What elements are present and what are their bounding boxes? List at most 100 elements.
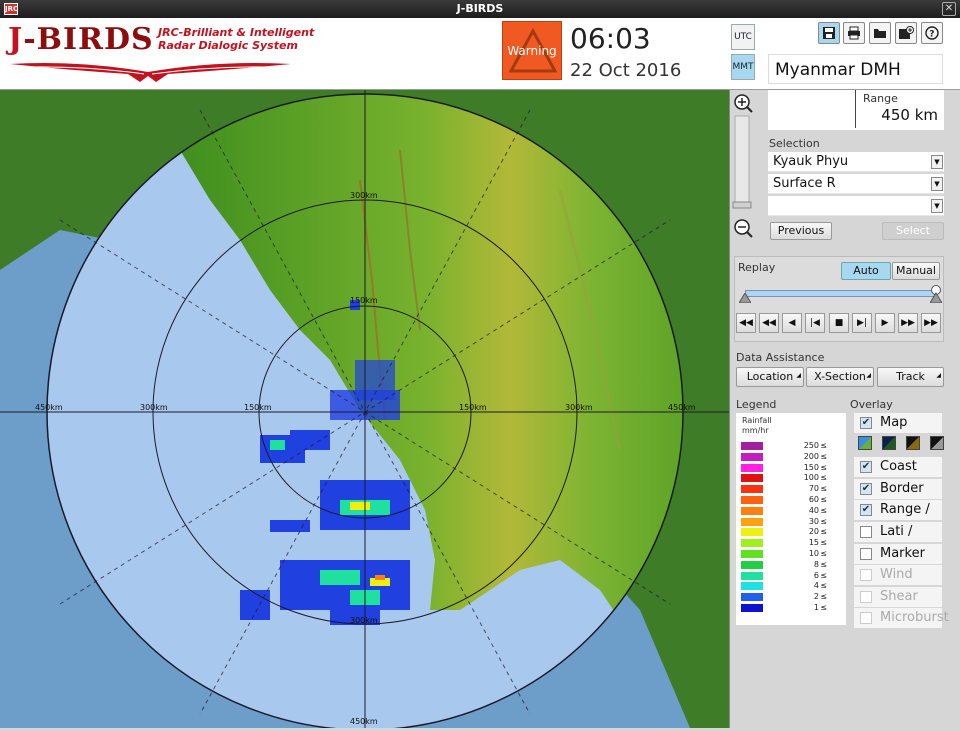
legend-value: 6 xyxy=(813,570,819,580)
ring-label-300-right: 300km xyxy=(565,403,593,412)
checkbox-icon[interactable]: ✔ xyxy=(860,504,872,516)
utc-button[interactable]: UTC xyxy=(731,24,755,50)
range-label: Range xyxy=(863,92,898,105)
legend-value: 30 xyxy=(808,516,819,526)
legend-value: 20 xyxy=(808,527,819,537)
legend-value: 100 xyxy=(803,473,819,483)
window-title: J-BIRDS xyxy=(456,2,504,15)
open-folder-button[interactable] xyxy=(869,22,891,44)
overlay-wind: Wind xyxy=(854,565,942,585)
checkbox-icon[interactable]: ✔ xyxy=(860,461,872,473)
legend-swatch xyxy=(741,485,763,494)
previous-button[interactable]: Previous xyxy=(770,222,832,240)
legend-row: 10 ≤ xyxy=(741,549,841,560)
range-box: Range 450 km xyxy=(768,90,944,130)
ring-label-450-right: 450km xyxy=(668,403,696,412)
radar-station-name: Myanmar DMH xyxy=(768,54,943,84)
radar-map[interactable]: 150km 150km 300km 300km 450km 450km 150k… xyxy=(0,90,730,728)
chevron-down-icon[interactable]: ▼ xyxy=(931,155,943,169)
checkbox-icon xyxy=(860,569,872,581)
skip-back-icon[interactable]: |◀ xyxy=(805,313,825,333)
legend-value: 4 xyxy=(813,581,819,591)
select-button[interactable]: Select xyxy=(882,222,944,240)
fast-forward-icon[interactable]: ▶▶ xyxy=(898,313,918,333)
window-close-icon[interactable]: ✕ xyxy=(942,2,956,16)
fast-rewind-icon[interactable]: ◀◀ xyxy=(736,313,756,333)
overlay-marker[interactable]: Marker xyxy=(854,544,942,564)
overlay-range-az[interactable]: ✔Range / AZ xyxy=(854,500,942,537)
chevron-down-icon[interactable]: ▼ xyxy=(931,177,943,191)
checkbox-icon xyxy=(860,591,872,603)
track-button[interactable]: Track ◢ xyxy=(877,367,944,387)
legend-value: 250 xyxy=(803,441,819,450)
replay-manual-button[interactable]: Manual xyxy=(892,262,940,280)
legend-le-symbol: ≤ xyxy=(820,505,827,515)
map-style-dark-brown-icon[interactable] xyxy=(906,436,920,450)
checkbox-icon[interactable] xyxy=(860,548,872,560)
legend-swatch xyxy=(741,560,763,569)
chevron-down-icon[interactable]: ▼ xyxy=(931,199,943,213)
legend-value: 150 xyxy=(803,462,819,472)
save-icon xyxy=(823,27,835,39)
fastest-forward-icon[interactable]: ▶▶ xyxy=(921,313,941,333)
add-window-icon xyxy=(899,26,914,39)
location-button[interactable]: Location ◢ xyxy=(736,367,804,387)
replay-slider[interactable] xyxy=(745,290,935,297)
legend-label: Legend xyxy=(736,398,777,411)
warning-button[interactable]: Warning xyxy=(502,21,562,80)
skip-forward-icon[interactable]: ▶| xyxy=(852,313,872,333)
extra-select[interactable]: ▼ xyxy=(768,196,944,216)
overlay-map[interactable]: ✔ Map xyxy=(854,413,942,433)
replay-start-marker-icon[interactable] xyxy=(739,293,751,303)
checkbox-icon[interactable]: ✔ xyxy=(860,417,872,429)
map-style-dark-gray-icon[interactable] xyxy=(930,436,944,450)
eagle-wings-icon xyxy=(10,63,291,82)
rewind-icon[interactable]: ◀◀ xyxy=(759,313,779,333)
radar-map-canvas[interactable]: 150km 150km 300km 300km 450km 450km 150k… xyxy=(0,90,730,728)
legend-le-symbol: ≤ xyxy=(820,462,827,472)
legend-le-symbol: ≤ xyxy=(820,581,827,591)
legend-swatch xyxy=(741,496,763,504)
save-button[interactable] xyxy=(818,22,840,44)
stop-icon[interactable]: ■ xyxy=(829,313,849,333)
legend-le-symbol: ≤ xyxy=(820,441,827,450)
add-screen-button[interactable] xyxy=(895,22,917,44)
legend-row: 200 ≤ xyxy=(741,452,841,463)
legend-swatch xyxy=(741,474,763,483)
app-window: JRC J-BIRDS ✕ J-BIRDS JRC-Brilliant & In… xyxy=(0,0,960,731)
play-icon[interactable]: ▶ xyxy=(875,313,895,333)
map-style-terrain-icon[interactable] xyxy=(858,436,872,450)
print-button[interactable] xyxy=(843,22,865,44)
legend-value: 60 xyxy=(808,495,819,504)
legend-value: 8 xyxy=(813,559,819,569)
ring-label-150-top: 150km xyxy=(350,296,378,305)
ring-label-150-left: 150km xyxy=(244,403,272,412)
legend-swatch xyxy=(741,593,763,602)
product-select[interactable]: Surface R ▼ xyxy=(768,174,944,194)
map-style-dark-blue-icon[interactable] xyxy=(882,436,896,450)
replay-auto-button[interactable]: Auto xyxy=(841,262,891,280)
selection-label: Selection xyxy=(769,137,820,150)
checkbox-icon[interactable]: ✔ xyxy=(860,483,872,495)
overlay-border[interactable]: ✔ Border xyxy=(854,479,942,499)
site-select[interactable]: Kyauk Phyu ▼ xyxy=(768,152,944,172)
overlay-microburst: Microburst xyxy=(854,608,949,628)
legend-value: 2 xyxy=(813,592,819,602)
replay-end-marker-icon[interactable] xyxy=(930,285,942,303)
range-value: 450 km xyxy=(881,106,938,124)
data-assistance-label: Data Assistance xyxy=(736,351,825,364)
legend-swatch xyxy=(741,463,763,472)
checkbox-icon[interactable] xyxy=(860,526,872,538)
overlay-coast[interactable]: ✔ Coast xyxy=(854,457,942,477)
overlay-lati-long[interactable]: Lati / Long xyxy=(854,522,942,559)
mmt-button[interactable]: MMT xyxy=(731,54,755,80)
replay-label: Replay xyxy=(738,261,776,274)
legend-le-symbol: ≤ xyxy=(820,570,827,580)
legend-le-symbol: ≤ xyxy=(820,559,827,569)
legend-swatch xyxy=(741,506,763,515)
legend-row: 40 ≤ xyxy=(741,506,841,517)
svg-text:?: ? xyxy=(929,30,934,40)
help-button[interactable]: ? xyxy=(921,22,943,44)
step-back-icon[interactable]: ◀ xyxy=(782,313,802,333)
xsection-button[interactable]: X-Section ◢ xyxy=(806,367,874,387)
